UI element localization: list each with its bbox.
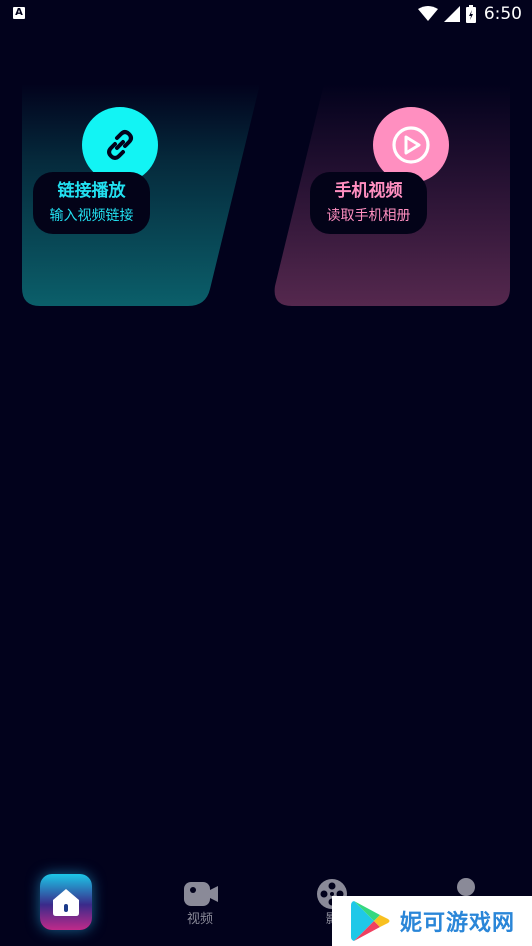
phone-video-card[interactable]: 手机视频 读取手机相册 [272,84,510,306]
link-card-label: 链接播放 输入视频链接 [33,172,150,234]
wifi-icon [417,6,438,21]
status-icons: 6:50 [417,3,522,25]
nav-home[interactable] [26,868,106,946]
nav-video[interactable]: 视频 [160,868,240,946]
status-bar: A 6:50 [0,0,532,28]
watermark: 妮可游戏网 [332,896,532,946]
notification-icon: A [13,7,25,19]
link-play-card[interactable]: 链接播放 输入视频链接 [22,84,262,306]
status-time: 6:50 [483,4,522,24]
battery-icon [465,5,476,23]
signal-icon [443,6,460,22]
card-title: 手机视频 [334,181,403,201]
play-store-logo-icon [351,901,390,941]
card-subtitle: 读取手机相册 [326,208,411,224]
phone-card-label: 手机视频 读取手机相册 [310,172,427,234]
watermark-text: 妮可游戏网 [400,911,516,936]
card-title: 链接播放 [57,181,126,201]
home-icon [46,882,86,922]
card-subtitle: 输入视频链接 [49,208,134,224]
nav-label: 视频 [186,912,213,927]
video-camera-icon [184,882,218,906]
